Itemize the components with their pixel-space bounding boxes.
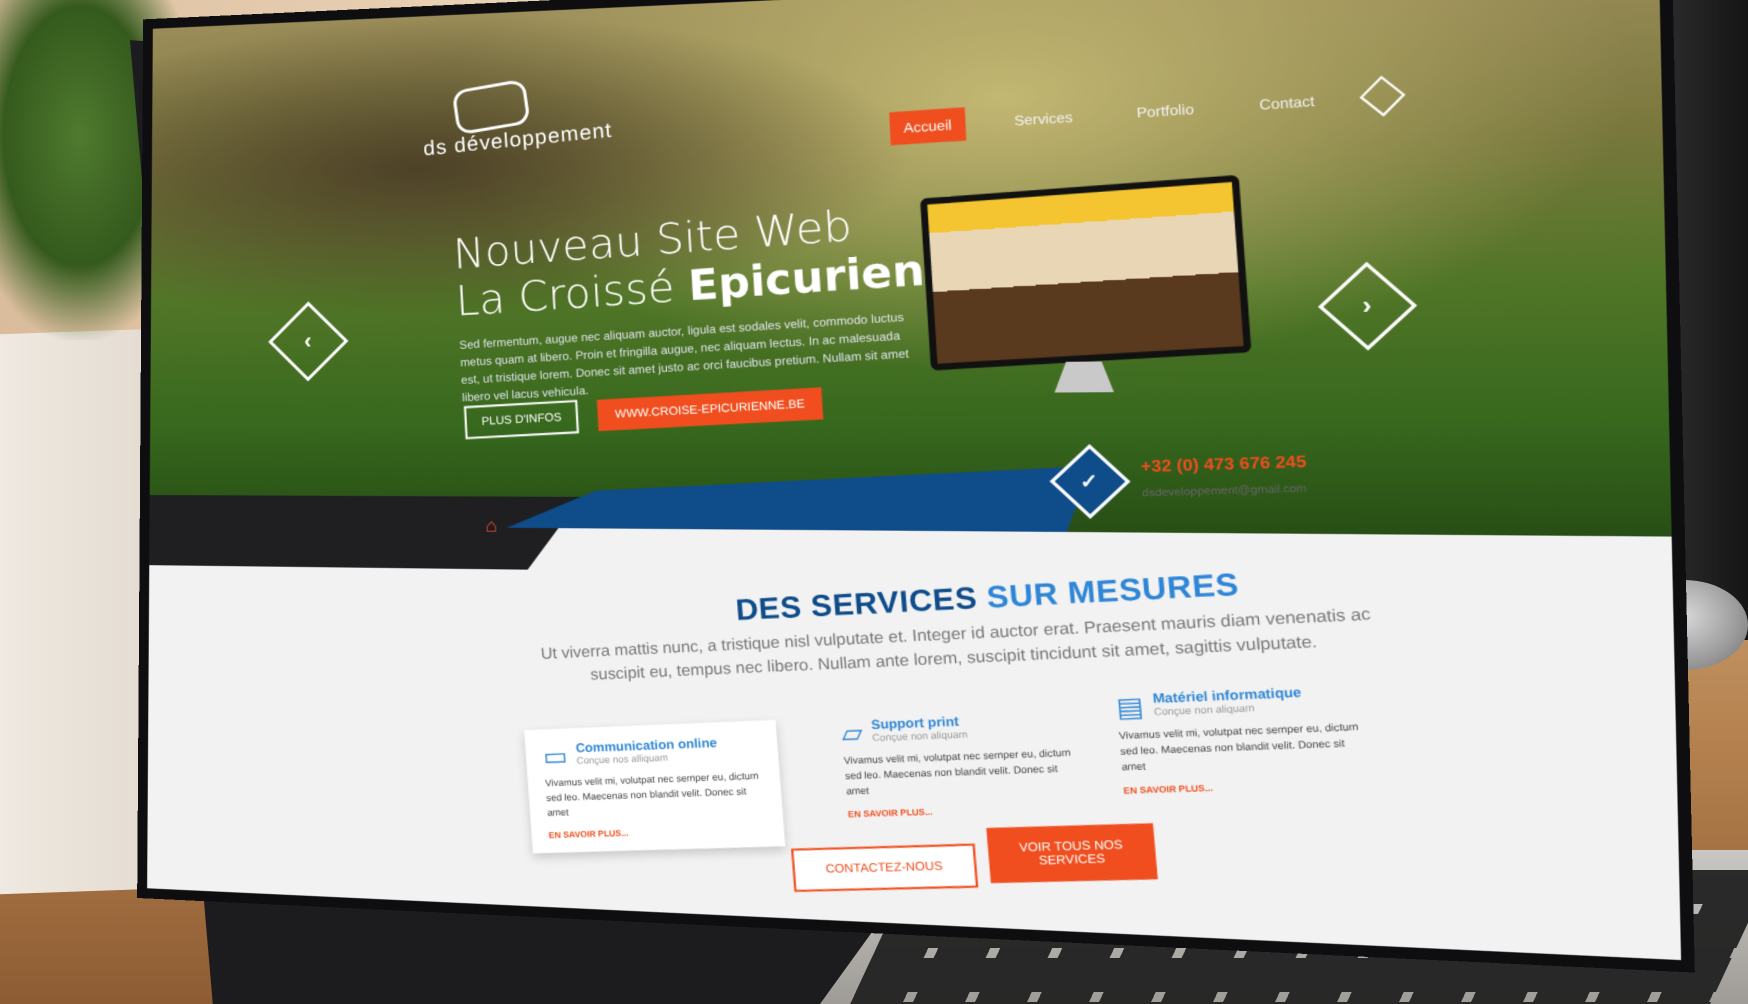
- nav-item-contact[interactable]: Contact: [1244, 82, 1330, 122]
- service-text: Vivamus velit mi, volutpat nec semper eu…: [544, 770, 759, 818]
- nav-item-portfolio[interactable]: Portfolio: [1121, 90, 1209, 130]
- logo-mark: [451, 78, 531, 136]
- dark-band: [149, 495, 581, 570]
- computer-icon: ▤: [1115, 692, 1146, 724]
- logo[interactable]: ds développement: [423, 78, 667, 161]
- service-text: Vivamus velit mi, volutpat nec semper eu…: [1118, 720, 1359, 773]
- service-card-hardware[interactable]: ▤ Matériel informatique Conçue non aliqu…: [1095, 668, 1389, 810]
- laptop-screen: ds développement Accueil Services Portfo…: [147, 0, 1682, 961]
- phone-number[interactable]: +32 (0) 473 676 245: [1140, 452, 1307, 476]
- chevron-right-icon: ›: [1362, 291, 1373, 320]
- chevron-down-icon: ✓: [1080, 469, 1100, 492]
- all-services-button[interactable]: VOIR TOUS NOS SERVICES: [986, 823, 1158, 884]
- imac-site-preview: [927, 182, 1244, 364]
- nav-item-accueil[interactable]: Accueil: [889, 106, 967, 145]
- devices-icon: ▭: [542, 742, 569, 772]
- service-more-link[interactable]: EN SAVOIR PLUS...: [1123, 778, 1368, 796]
- services-title-accent: SUR MESURES: [985, 566, 1241, 615]
- print-icon: ▱: [840, 718, 864, 749]
- contact-info: +32 (0) 473 676 245 dsdeveloppement@gmai…: [1140, 452, 1308, 499]
- service-more-link[interactable]: EN SAVOIR PLUS...: [848, 802, 1080, 819]
- service-more-link[interactable]: EN SAVOIR PLUS...: [548, 824, 766, 840]
- more-info-button[interactable]: PLUS D'INFOS: [463, 399, 580, 440]
- contact-us-button[interactable]: CONTACTEZ-NOUS: [791, 843, 979, 892]
- nav-item-services[interactable]: Services: [999, 99, 1087, 138]
- service-card-print[interactable]: ▱ Support print Conçue non aliquam Vivam…: [821, 695, 1099, 833]
- home-icon[interactable]: ⌂: [486, 515, 497, 537]
- services-title-dark: DES SERVICES: [734, 580, 979, 627]
- imac-screen: [920, 174, 1252, 371]
- service-text: Vivamus velit mi, volutpat nec semper eu…: [843, 746, 1071, 797]
- service-card-communication[interactable]: ▭ Communication online Conçue nos alliqu…: [524, 719, 786, 854]
- imac-mockup: [920, 174, 1252, 396]
- chevron-left-icon: ‹: [304, 328, 312, 354]
- hero-section: ds développement Accueil Services Portfo…: [149, 0, 1672, 537]
- imac-stand: [1054, 361, 1114, 392]
